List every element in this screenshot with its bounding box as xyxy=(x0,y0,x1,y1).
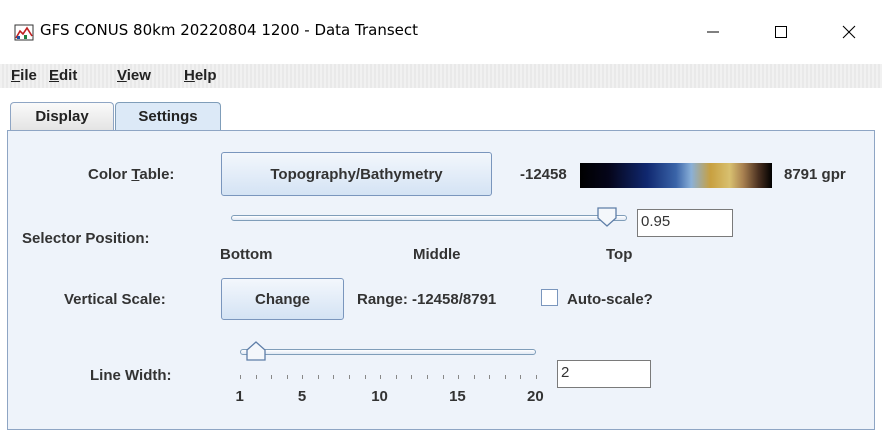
line-width-tick-mark xyxy=(442,375,444,379)
line-width-tick-mark xyxy=(426,375,428,379)
line-width-tick-mark xyxy=(504,375,506,379)
menu-view-label: iew xyxy=(126,67,151,84)
menu-bar: File Edit View Help xyxy=(0,64,882,88)
line-width-tick-mark xyxy=(520,375,522,379)
menu-edit[interactable]: Edit xyxy=(49,67,77,84)
selector-tick-middle: Middle xyxy=(413,246,461,263)
range-max-label: 8791 gpr xyxy=(784,166,846,183)
menu-help-label: elp xyxy=(194,67,217,84)
auto-scale-checkbox[interactable] xyxy=(541,289,558,306)
line-width-tick-mark xyxy=(458,375,460,379)
menu-file-mnemonic: F xyxy=(11,67,21,84)
selector-slider-track[interactable] xyxy=(231,215,627,221)
menu-help[interactable]: Help xyxy=(184,67,217,84)
range-min-label: -12458 xyxy=(520,166,567,183)
line-width-slider-thumb[interactable] xyxy=(245,340,267,362)
line-width-tick-mark xyxy=(536,375,537,379)
vertical-scale-label: Vertical Scale: xyxy=(64,291,166,308)
line-width-label: Line Width: xyxy=(90,367,172,384)
line-width-tick-label: 10 xyxy=(371,388,388,405)
color-table-label: Color Table: xyxy=(88,166,174,183)
range-text: Range: -12458/8791 xyxy=(357,291,497,308)
line-width-tick-label: 15 xyxy=(449,388,466,405)
maximize-button[interactable] xyxy=(758,14,804,50)
line-width-tick-mark xyxy=(240,375,241,379)
app-icon xyxy=(14,24,34,41)
close-icon xyxy=(842,25,856,39)
menu-view-mnemonic: V xyxy=(117,67,127,84)
selector-position-label: Selector Position: xyxy=(22,230,150,247)
menu-edit-label: dit xyxy=(59,67,78,84)
selector-tick-bottom: Bottom xyxy=(220,246,273,263)
maximize-icon xyxy=(775,26,787,38)
color-table-label-pre: Color xyxy=(88,166,132,183)
tab-settings[interactable]: Settings xyxy=(115,102,221,130)
close-button[interactable] xyxy=(826,14,872,50)
color-table-button[interactable]: Topography/Bathymetry xyxy=(221,152,492,196)
line-width-tick-mark xyxy=(286,375,288,379)
line-width-tick-mark xyxy=(317,375,319,379)
line-width-tick-label: 5 xyxy=(297,388,307,405)
line-width-tick-mark xyxy=(380,375,382,379)
menu-edit-mnemonic: E xyxy=(49,67,60,84)
color-table-label-post: able: xyxy=(139,166,175,183)
line-width-tick-label: 1 xyxy=(235,388,244,405)
tab-display[interactable]: Display xyxy=(10,102,114,130)
selector-tick-top: Top xyxy=(606,246,633,263)
auto-scale-label: Auto-scale? xyxy=(567,291,653,308)
line-width-tick-label: 20 xyxy=(527,388,544,405)
menu-file-label: ile xyxy=(20,67,37,84)
line-width-field[interactable]: 2 xyxy=(557,360,651,388)
window-title: GFS CONUS 80km 20220804 1200 - Data Tran… xyxy=(40,21,419,39)
line-width-tick-mark xyxy=(333,375,335,379)
change-button[interactable]: Change xyxy=(221,278,344,320)
selector-position-field[interactable]: 0.95 xyxy=(637,209,733,237)
line-width-tick-mark xyxy=(255,375,257,379)
line-width-tick-mark xyxy=(395,375,397,379)
line-width-tick-mark xyxy=(271,375,273,379)
minimize-button[interactable] xyxy=(690,14,736,50)
line-width-slider-track[interactable] xyxy=(240,349,536,355)
line-width-tick-mark xyxy=(489,375,491,379)
line-width-tick-mark xyxy=(364,375,366,379)
menu-view[interactable]: View xyxy=(117,67,151,84)
line-width-tick-mark xyxy=(411,375,413,379)
minimize-icon xyxy=(707,31,719,33)
line-width-tick-mark xyxy=(349,375,351,379)
menu-help-mnemonic: H xyxy=(184,67,195,84)
color-table-preview xyxy=(580,163,772,188)
title-bar: GFS CONUS 80km 20220804 1200 - Data Tran… xyxy=(0,0,882,64)
line-width-tick-mark xyxy=(473,375,475,379)
menu-file[interactable]: File xyxy=(11,67,37,84)
line-width-tick-mark xyxy=(302,375,304,379)
selector-slider-thumb[interactable] xyxy=(596,206,618,228)
